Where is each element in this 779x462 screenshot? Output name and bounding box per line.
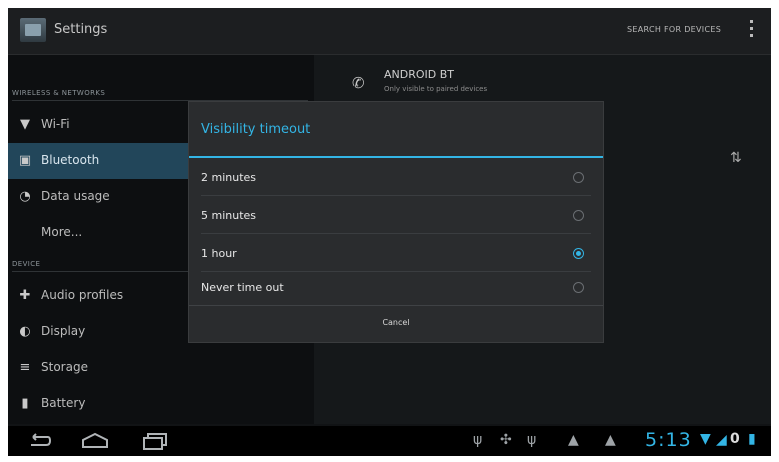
visibility-timeout-dialog: Visibility timeout 2 minutes 5 minutes 1…	[188, 101, 604, 343]
display-icon: ◐	[19, 324, 31, 339]
settings-app-icon[interactable]	[20, 18, 46, 42]
recent-apps-icon[interactable]	[142, 432, 168, 450]
data-usage-icon: ◔	[19, 189, 31, 204]
option-5-minutes[interactable]: 5 minutes	[189, 196, 603, 233]
radio-button-checked[interactable]	[573, 248, 584, 259]
back-icon[interactable]	[26, 433, 52, 449]
sidebar-item-label: Wi-Fi	[41, 117, 70, 131]
usb-icon: ψ	[527, 432, 537, 448]
cell-signal-icon: ◢	[716, 432, 727, 448]
storage-icon: ≡	[19, 360, 31, 375]
device-visibility-status: Only visible to paired devices	[384, 85, 488, 93]
home-icon[interactable]	[80, 432, 110, 450]
warning-icon: ▲	[605, 432, 616, 448]
notification-icon: 0	[730, 431, 740, 447]
sidebar-item-battery[interactable]: ▮ Battery	[8, 386, 314, 422]
battery-icon: ▮	[21, 396, 29, 411]
radio-button[interactable]	[573, 172, 584, 183]
option-1-hour[interactable]: 1 hour	[189, 234, 603, 271]
tablet-screen: Settings SEARCH FOR DEVICES WIRELESS & N…	[8, 8, 771, 456]
sidebar-item-label: Display	[41, 324, 86, 338]
phone-icon: ✆	[352, 74, 365, 92]
device-name[interactable]: ANDROID BT	[384, 68, 454, 81]
cancel-label: Cancel	[382, 318, 410, 327]
sidebar-item-label: Data usage	[41, 189, 110, 203]
wifi-signal-icon: ▼	[700, 431, 711, 447]
sidebar-item-storage[interactable]: ≡ Storage	[8, 350, 314, 386]
option-never-time-out[interactable]: Never time out	[189, 268, 603, 305]
sidebar-item-label: Battery	[41, 396, 86, 410]
overflow-menu-icon[interactable]	[748, 20, 754, 42]
sidebar-item-label: Storage	[41, 360, 88, 374]
app-title: Settings	[54, 22, 108, 37]
radio-button[interactable]	[573, 282, 584, 293]
option-label: Never time out	[201, 281, 284, 294]
usb-icon: ψ	[473, 432, 483, 448]
cancel-button[interactable]: Cancel	[189, 306, 603, 342]
warning-icon: ▲	[568, 432, 579, 448]
action-bar: Settings SEARCH FOR DEVICES	[8, 8, 771, 55]
android-debug-icon: ✣	[500, 432, 512, 448]
clock[interactable]: 5:13	[645, 429, 692, 451]
sidebar-item-label: More...	[41, 225, 83, 239]
option-label: 1 hour	[201, 247, 237, 260]
search-for-devices-button[interactable]: SEARCH FOR DEVICES	[627, 25, 721, 34]
battery-icon: ▮	[748, 431, 756, 447]
audio-profiles-icon: ✚	[19, 288, 31, 303]
section-header-device: DEVICE	[12, 260, 41, 268]
dialog-title: Visibility timeout	[201, 122, 311, 137]
option-label: 2 minutes	[201, 171, 257, 184]
system-bar: ψ ✣ ψ ▲ ▲ 5:13 ▼ ◢ 0 ▮	[8, 426, 771, 456]
device-settings-icon[interactable]: ⇅	[730, 150, 742, 166]
option-label: 5 minutes	[201, 209, 257, 222]
option-2-minutes[interactable]: 2 minutes	[189, 158, 603, 195]
sidebar-item-label: Audio profiles	[41, 288, 124, 302]
radio-button[interactable]	[573, 210, 584, 221]
section-header-wireless: WIRELESS & NETWORKS	[12, 89, 106, 97]
sidebar-item-label: Bluetooth	[41, 153, 100, 167]
bluetooth-icon: ▣	[18, 153, 32, 168]
wifi-icon: ▼	[20, 117, 30, 132]
